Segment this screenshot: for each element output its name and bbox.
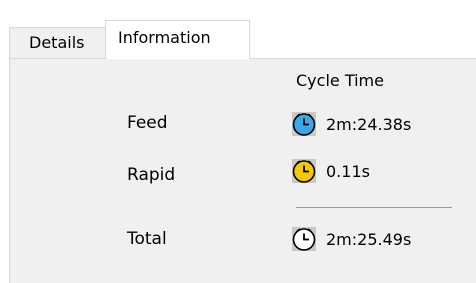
tab-information-label: Information <box>118 28 211 47</box>
tab-strip: Details Information <box>0 0 476 59</box>
feed-cycle-time: 2m:24.38s <box>326 114 412 134</box>
tab-details-label: Details <box>29 33 85 52</box>
tab-details[interactable]: Details <box>9 27 106 58</box>
total-separator <box>296 207 452 208</box>
total-value: 2m:25.49s <box>292 226 411 252</box>
total-cycle-time: 2m:25.49s <box>326 229 412 249</box>
feed-label: Feed <box>127 113 168 133</box>
clock-icon <box>292 227 316 251</box>
cycle-time-header: Cycle Time <box>296 71 384 90</box>
clock-icon <box>292 159 316 183</box>
cycle-time-window: Details Information Cycle Time Feed 2m:2… <box>0 0 476 283</box>
total-label: Total <box>127 229 167 249</box>
feed-value: 2m:24.38s <box>292 111 411 137</box>
clock-icon <box>292 112 316 136</box>
rapid-cycle-time: 0.11s <box>326 161 370 181</box>
rapid-value: 0.11s <box>292 158 370 184</box>
rapid-label: Rapid <box>127 165 176 185</box>
tab-information[interactable]: Information <box>105 20 250 59</box>
